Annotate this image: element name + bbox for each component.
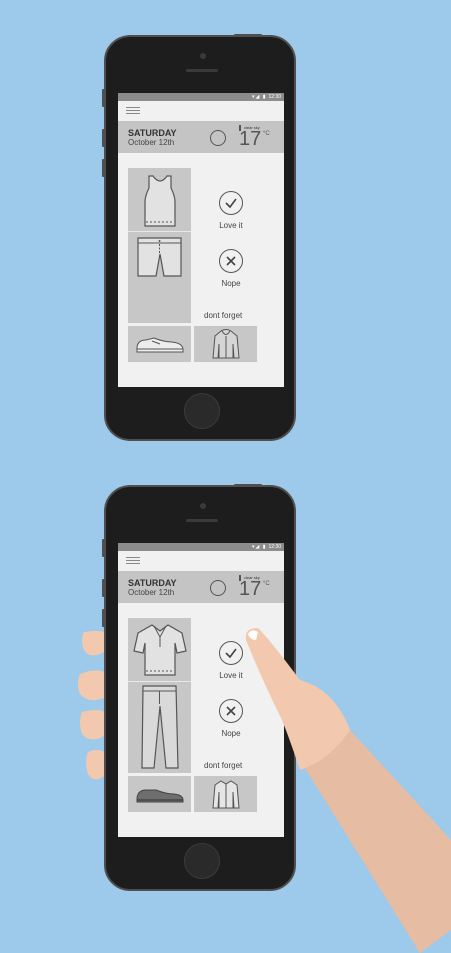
love-it-label: Love it: [219, 671, 243, 680]
tank-top-icon: [128, 168, 191, 232]
nope-button[interactable]: [219, 699, 243, 723]
date-weather-header: SATURDAY October 12th clear sky 17 °C: [118, 571, 284, 603]
love-it-button[interactable]: [219, 191, 243, 215]
volume-up-button: [102, 129, 105, 147]
mute-switch: [102, 89, 105, 107]
dont-forget-label: dont forget: [204, 761, 243, 770]
outfit-panel: [128, 168, 191, 323]
volume-down-button: [102, 159, 105, 177]
day-label: SATURDAY: [128, 128, 177, 138]
date-weather-header: SATURDAY October 12th clear sky 17 °C: [118, 121, 284, 153]
polo-shirt-icon: [128, 618, 191, 682]
cross-icon: [226, 706, 236, 716]
speaker: [186, 519, 218, 522]
outfit-panel: [128, 618, 191, 773]
app-screen: ▾◢ ▮ 12:30 SATURDAY October 12th clear sk…: [118, 93, 284, 387]
volume-up-button: [102, 579, 105, 597]
status-bar: ▾◢ ▮ 12:30: [118, 543, 284, 551]
cross-icon: [226, 256, 236, 266]
love-it-label: Love it: [219, 221, 243, 230]
date-label: October 12th: [128, 588, 175, 597]
temperature-unit: °C: [263, 131, 270, 137]
day-label: SATURDAY: [128, 578, 177, 588]
nope-button[interactable]: [219, 249, 243, 273]
home-button[interactable]: [184, 843, 220, 879]
checkmark-icon: [225, 648, 237, 659]
nope-label: Nope: [221, 279, 241, 288]
sun-icon: [210, 580, 226, 596]
volume-down-button: [102, 609, 105, 627]
temperature: 17: [239, 578, 262, 600]
shirt-jacket-icon: [194, 776, 257, 812]
checkmark-icon: [225, 198, 237, 209]
camera: [200, 503, 206, 509]
power-button: [234, 34, 262, 37]
sun-icon: [210, 130, 226, 146]
status-bar: ▾◢ ▮ 12:30: [118, 93, 284, 101]
app-screen: ▾◢ ▮ 12:30 SATURDAY October 12th clear sk…: [118, 543, 284, 837]
date-label: October 12th: [128, 138, 175, 147]
phone-2: ▾◢ ▮ 12:30 SATURDAY October 12th clear sk…: [102, 484, 296, 891]
power-button: [234, 484, 262, 487]
shorts-icon: [128, 232, 191, 323]
hoodie-icon: [194, 326, 257, 362]
love-it-button[interactable]: [219, 641, 243, 665]
status-icons: ▾◢ ▮: [251, 94, 267, 100]
dont-forget-label: dont forget: [204, 311, 243, 320]
dress-shoe-icon: [128, 776, 191, 812]
status-icons: ▾◢ ▮: [251, 544, 267, 550]
nope-label: Nope: [221, 729, 241, 738]
sneaker-icon: [128, 326, 191, 362]
temperature: 17: [239, 128, 262, 150]
status-time: 12:30: [268, 94, 281, 100]
phone-1: ▾◢ ▮ 12:30 SATURDAY October 12th clear sk…: [102, 34, 296, 441]
home-button[interactable]: [184, 393, 220, 429]
temperature-unit: °C: [263, 581, 270, 587]
hamburger-menu-icon[interactable]: [126, 557, 140, 565]
trousers-icon: [128, 682, 191, 773]
camera: [200, 53, 206, 59]
mute-switch: [102, 539, 105, 557]
hamburger-menu-icon[interactable]: [126, 107, 140, 115]
speaker: [186, 69, 218, 72]
status-time: 12:30: [268, 544, 281, 550]
